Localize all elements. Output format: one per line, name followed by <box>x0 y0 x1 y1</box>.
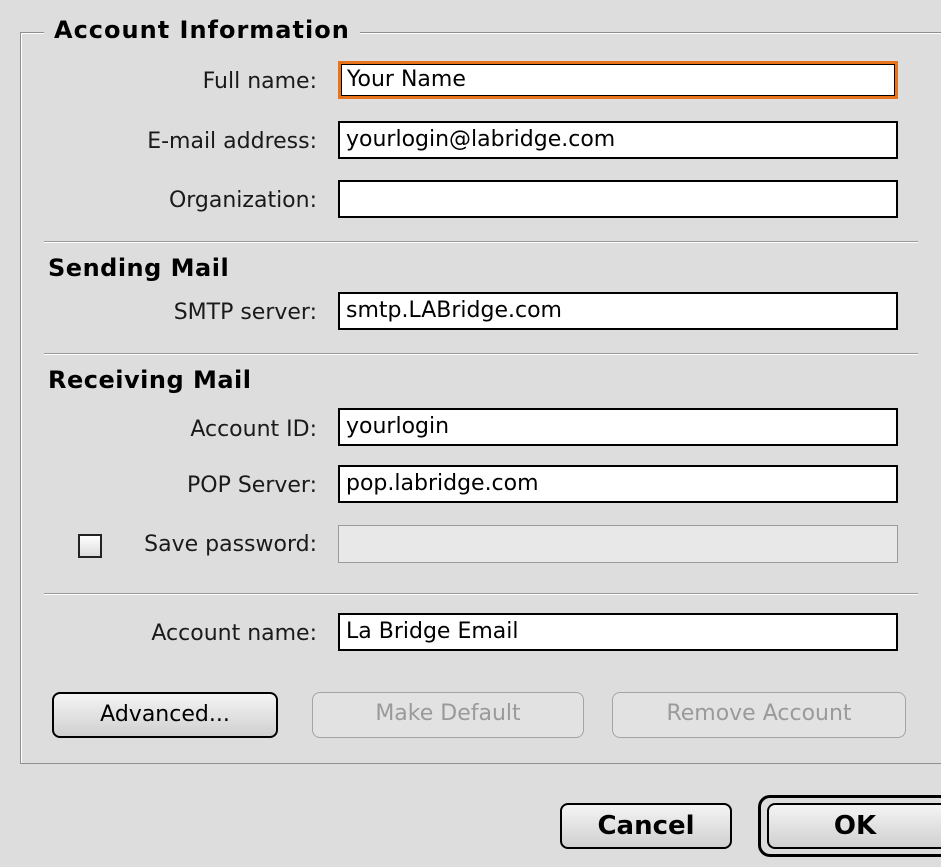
full-name-label: Full name: <box>202 69 317 94</box>
save-password-checkbox[interactable] <box>78 534 102 558</box>
group-title: Account Information <box>44 12 360 48</box>
make-default-button[interactable]: Make Default <box>312 692 584 738</box>
ok-button[interactable]: OK <box>767 803 941 849</box>
pop-server-field[interactable]: pop.labridge.com <box>338 465 898 503</box>
account-id-field[interactable]: yourlogin <box>338 408 898 446</box>
account-name-label: Account name: <box>151 621 317 646</box>
remove-account-button[interactable]: Remove Account <box>612 692 906 738</box>
organization-label: Organization: <box>168 188 317 213</box>
cancel-button[interactable]: Cancel <box>560 803 732 849</box>
email-label: E-mail address: <box>147 129 317 154</box>
account-name-field[interactable]: La Bridge Email <box>338 613 898 651</box>
advanced-button[interactable]: Advanced... <box>52 692 278 738</box>
full-name-field[interactable]: Your Name <box>338 61 898 99</box>
smtp-server-label: SMTP server: <box>173 300 317 325</box>
save-password-label[interactable]: Save password: <box>144 530 317 560</box>
account-id-label: Account ID: <box>190 417 317 442</box>
organization-field[interactable] <box>338 180 898 218</box>
divider <box>44 593 918 595</box>
pop-server-label: POP Server: <box>186 473 317 498</box>
divider <box>44 241 918 243</box>
sending-mail-heading: Sending Mail <box>48 254 230 282</box>
password-field <box>338 525 898 563</box>
receiving-mail-heading: Receiving Mail <box>48 366 252 394</box>
email-field[interactable]: yourlogin@labridge.com <box>338 121 898 159</box>
account-settings-dialog: Account Information Full name: Your Name… <box>0 0 941 867</box>
smtp-server-field[interactable]: smtp.LABridge.com <box>338 292 898 330</box>
divider <box>44 353 918 355</box>
